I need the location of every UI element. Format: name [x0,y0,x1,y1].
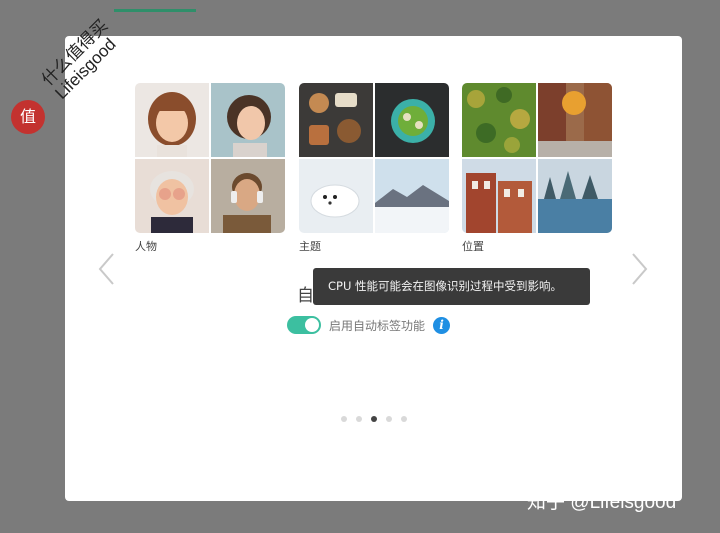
info-icon[interactable]: i [433,316,451,334]
snowy-mountains-thumbnail [375,159,449,233]
site-watermark: 值 什么值得买 Lifeisgood [8,16,128,140]
thumbnail-grid [299,83,449,233]
auto-tag-setting: 启用自动标签功能 i [287,315,451,335]
page-dot-5[interactable] [401,416,407,422]
brick-buildings-thumbnail [462,159,536,233]
auto-tag-label: 启用自动标签功能 [329,318,426,333]
top-accent-bar [114,9,196,12]
auto-tag-toggle[interactable] [287,316,321,334]
footer-watermark: 知乎 @Lifeisgood [527,492,677,513]
category-label: 人物 [135,240,157,253]
man-with-headphones-thumbnail [211,159,285,233]
onboarding-dialog: 人物 主题 位置 启用自动标签功能 i CPU 性能可能会在图像识别过程中受到影… [65,36,682,501]
category-label: 位置 [462,240,484,253]
category-locations[interactable]: 位置 [462,83,612,254]
page-dot-1[interactable] [341,416,347,422]
seal-on-snow-thumbnail [299,159,373,233]
cpu-warning-tooltip: CPU 性能可能会在图像识别过程中受到影响。 [313,268,590,305]
page-dot-4[interactable] [386,416,392,422]
salad-bowl-thumbnail [375,83,449,157]
page-dot-2[interactable] [356,416,362,422]
woman-portrait-thumbnail [211,83,285,157]
pagination-dots [341,416,407,422]
thumbnail-grid [462,83,612,233]
forest-aerial-thumbnail [462,83,536,157]
category-label: 主题 [299,240,321,253]
autumn-street-thumbnail [538,83,612,157]
watermark-text: 什么值得买 Lifeisgood [38,15,120,103]
watermark-badge: 值 [11,100,45,134]
page-dot-3-active[interactable] [371,416,377,422]
category-people[interactable]: 人物 [135,83,285,254]
category-topics[interactable]: 主题 [299,83,449,254]
frozen-lake-thumbnail [538,159,612,233]
thumbnail-grid [135,83,285,233]
child-portrait-thumbnail [135,83,209,157]
elderly-woman-portrait-thumbnail [135,159,209,233]
food-flatlay-thumbnail [299,83,373,157]
